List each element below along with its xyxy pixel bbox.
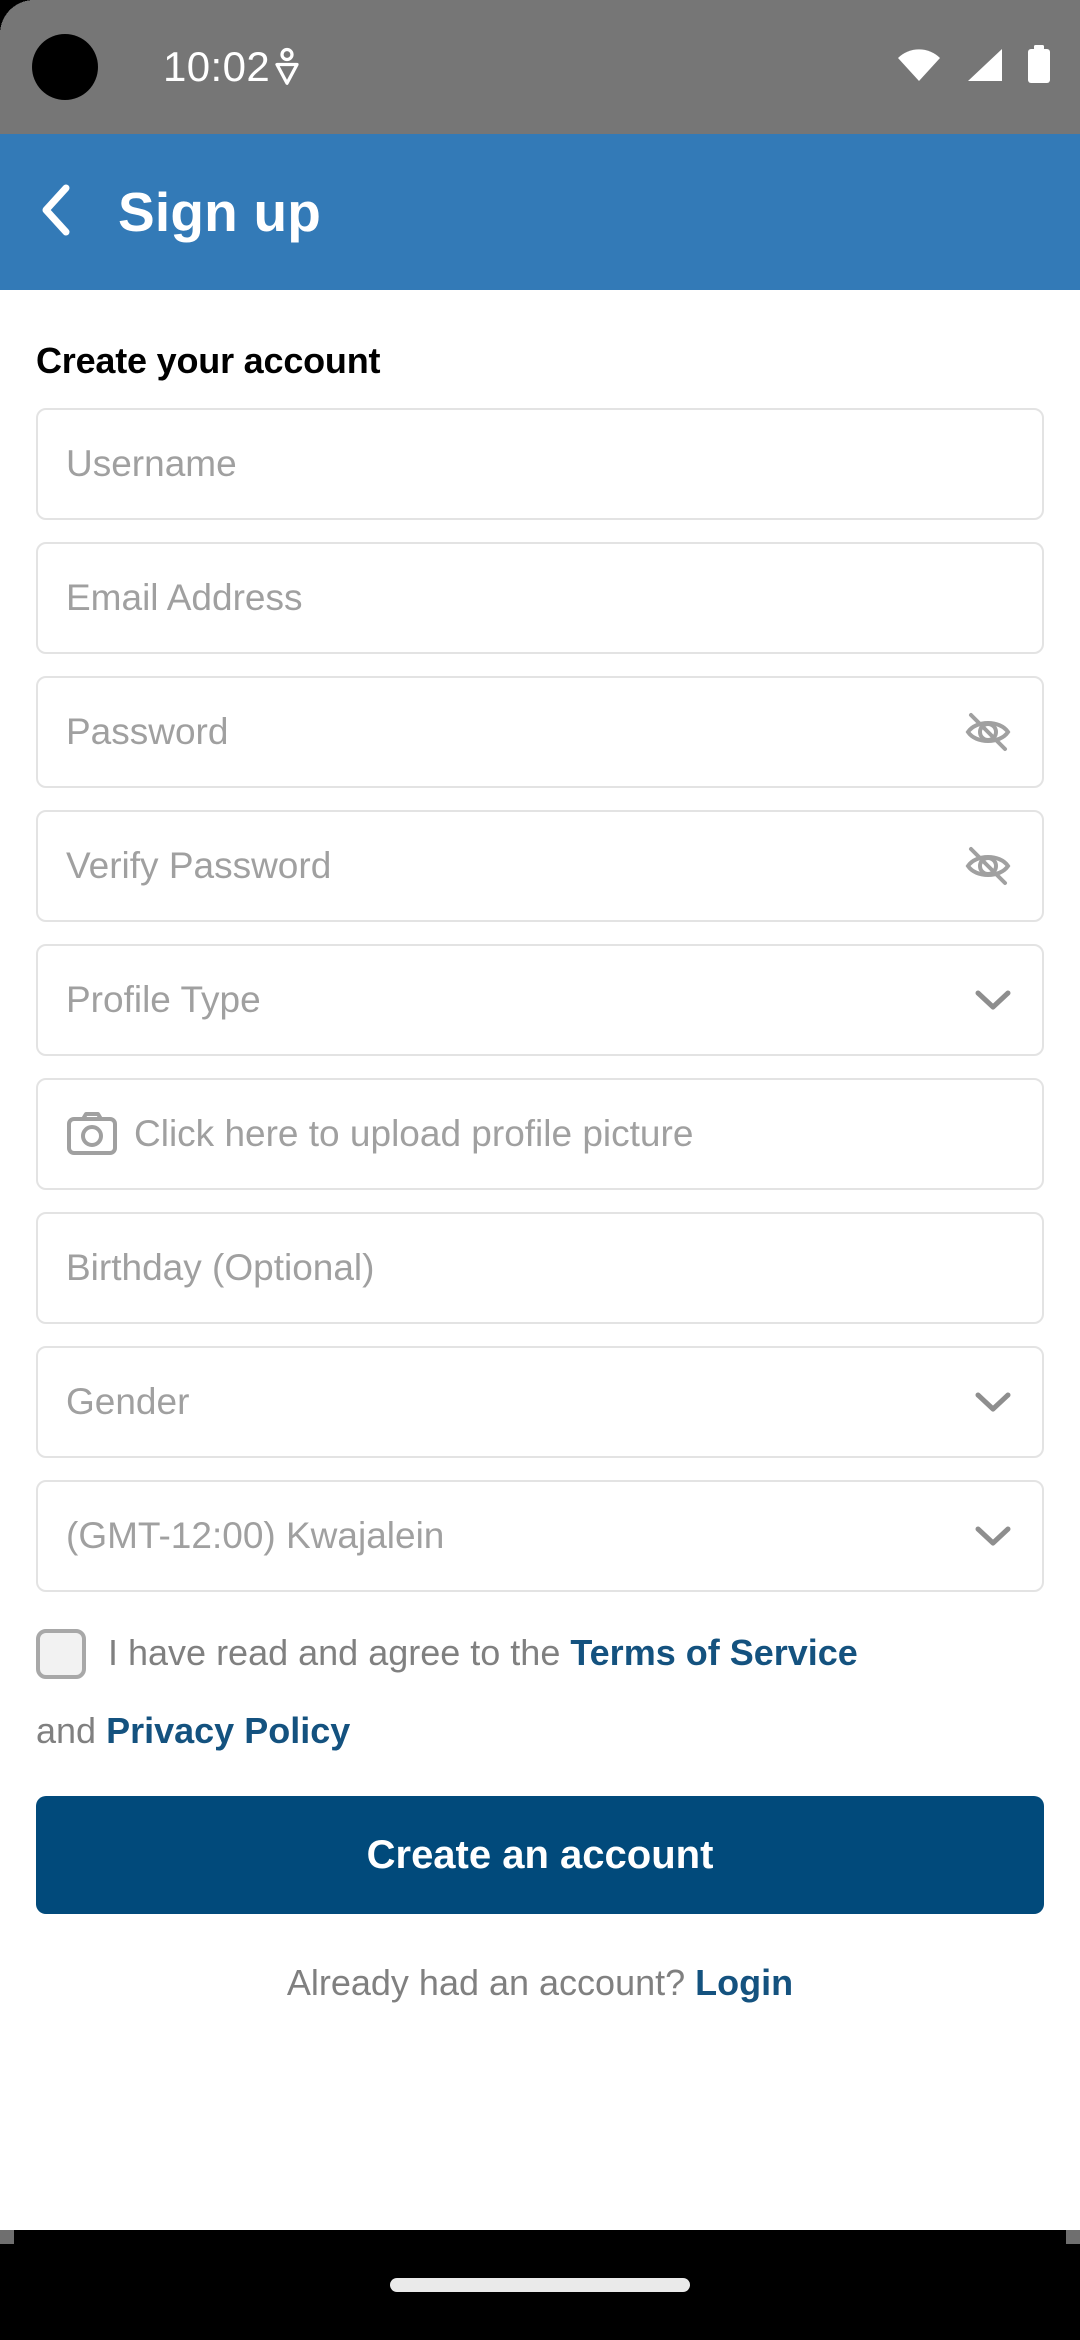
eye-off-icon[interactable] [962, 706, 1014, 758]
signup-form: Create your account Username Email Addre… [0, 290, 1080, 2004]
status-bar: 10:02 [0, 0, 1080, 134]
profile-type-placeholder: Profile Type [66, 979, 261, 1020]
status-bar-icons [896, 0, 1052, 134]
front-camera-cutout [32, 34, 98, 100]
chevron-down-icon[interactable] [972, 1388, 1014, 1416]
chevron-down-icon[interactable] [972, 1522, 1014, 1550]
terms-text-before: I have read and agree to the [108, 1632, 571, 1673]
verify-password-field[interactable]: Verify Password [36, 810, 1044, 922]
login-prompt: Already had an account? Login [36, 1962, 1044, 2004]
profile-picture-upload[interactable]: Click here to upload profile picture [36, 1078, 1044, 1190]
system-navigation-bar [0, 2230, 1080, 2340]
form-heading: Create your account [36, 340, 381, 381]
terms-text: I have read and agree to the Terms of Se… [36, 1614, 1044, 1692]
login-prompt-text: Already had an account? [286, 1962, 696, 2003]
birthday-placeholder: Birthday (Optional) [66, 1247, 375, 1288]
timezone-value: (GMT-12:00) Kwajalein [66, 1515, 445, 1556]
signup-screen: 10:02 Sign up Create your account Userna… [0, 0, 1080, 2340]
birthday-field[interactable]: Birthday (Optional) [36, 1212, 1044, 1324]
eye-off-icon[interactable] [962, 840, 1014, 892]
camera-icon [66, 1112, 118, 1156]
app-bar: Sign up [0, 134, 1080, 290]
create-account-button[interactable]: Create an account [36, 1796, 1044, 1914]
terms-conjunction: and [36, 1710, 107, 1751]
password-placeholder: Password [66, 711, 229, 752]
chevron-left-icon [36, 180, 80, 245]
profile-type-select[interactable]: Profile Type [36, 944, 1044, 1056]
status-bar-clock: 10:02 [163, 43, 271, 90]
battery-icon [1026, 44, 1052, 90]
gender-select[interactable]: Gender [36, 1346, 1044, 1458]
privacy-text: and Privacy Policy [36, 1692, 1044, 1770]
nav-corner-right [1066, 2230, 1080, 2244]
email-field[interactable]: Email Address [36, 542, 1044, 654]
verify-password-placeholder: Verify Password [66, 845, 332, 886]
back-button[interactable] [0, 134, 116, 290]
username-placeholder: Username [66, 443, 237, 484]
nav-corner-left [0, 2230, 14, 2244]
password-field[interactable]: Password [36, 676, 1044, 788]
cellular-signal-icon [964, 47, 1004, 88]
privacy-policy-link[interactable]: Privacy Policy [106, 1710, 350, 1751]
wifi-icon [896, 47, 942, 88]
timezone-select[interactable]: (GMT-12:00) Kwajalein [36, 1480, 1044, 1592]
terms-checkbox[interactable] [36, 1629, 86, 1679]
email-placeholder: Email Address [66, 577, 303, 618]
terms-agreement: I have read and agree to the Terms of Se… [36, 1614, 1044, 1770]
chevron-down-icon[interactable] [972, 986, 1014, 1014]
login-link[interactable]: Login [695, 1962, 793, 2003]
username-field[interactable]: Username [36, 408, 1044, 520]
location-sharing-icon [272, 0, 302, 134]
terms-of-service-link[interactable]: Terms of Service [570, 1632, 857, 1673]
gender-placeholder: Gender [66, 1381, 190, 1422]
screen-corner-mask [0, 0, 34, 34]
home-gesture-pill[interactable] [390, 2278, 690, 2292]
profile-picture-label: Click here to upload profile picture [134, 1113, 694, 1154]
page-title: Sign up [118, 181, 322, 243]
